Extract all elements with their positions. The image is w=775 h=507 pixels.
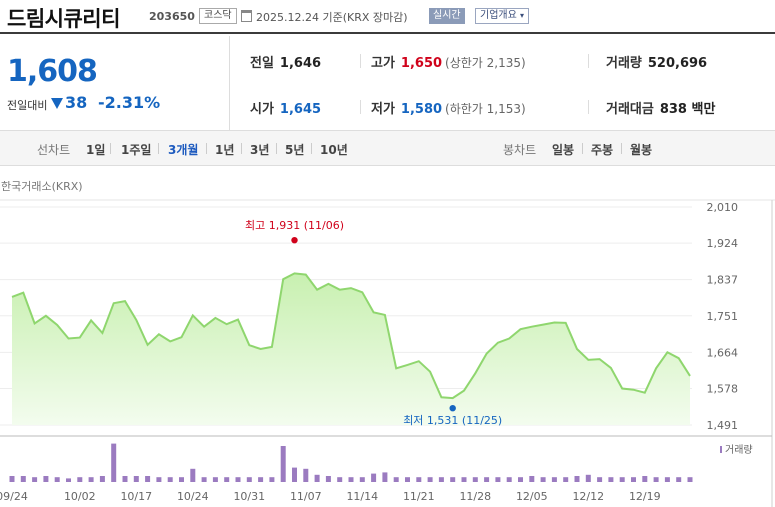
volume-bar [179, 477, 184, 482]
volume-bar [224, 477, 230, 482]
volume-bar [518, 477, 523, 482]
low-marker [449, 404, 456, 412]
volume-bar [450, 477, 456, 482]
volume-bar [337, 477, 343, 482]
volume-bar [156, 477, 162, 482]
volume-bar [314, 474, 320, 482]
volume-legend-label: 거래량 [725, 444, 753, 456]
volume-bar [631, 477, 636, 482]
high-marker [291, 236, 298, 244]
volume-bar [574, 476, 580, 482]
volume-bar [280, 446, 286, 482]
volume-bar [20, 476, 26, 482]
volume-bar [258, 477, 264, 482]
volume-bar [167, 477, 173, 482]
volume-bar [246, 477, 252, 482]
volume-bar [608, 477, 614, 482]
x-tick-label: 12/19 [629, 490, 661, 503]
volume-bar [461, 477, 467, 482]
x-tick-label: 11/28 [459, 490, 491, 503]
volume-bar [551, 477, 557, 482]
price-area [12, 273, 690, 425]
volume-bar [371, 473, 377, 482]
volume-bar [597, 477, 603, 482]
x-tick-label: 11/14 [346, 490, 378, 503]
y-tick-label: 1,578 [707, 382, 739, 395]
y-tick-label: 1,664 [707, 346, 739, 359]
x-tick-label: 12/05 [516, 490, 548, 503]
volume-bar [484, 477, 490, 482]
x-tick-label: 10/31 [233, 490, 265, 503]
volume-legend-swatch [720, 446, 722, 453]
x-tick-label: 09/24 [0, 490, 28, 503]
volume-bar [472, 477, 478, 482]
x-tick-label: 10/02 [64, 490, 96, 503]
y-tick-label: 1,491 [707, 419, 739, 432]
y-tick-label: 1,837 [707, 274, 739, 287]
volume-bar [88, 477, 94, 482]
volume-bar [145, 476, 151, 482]
volume-bar [653, 477, 659, 482]
volume-bar [66, 478, 71, 482]
volume-bar [269, 477, 275, 482]
y-tick-label: 2,010 [707, 201, 739, 214]
volume-bar [393, 477, 399, 482]
volume-bar [676, 477, 682, 482]
x-tick-label: 11/07 [290, 490, 322, 503]
volume-bar [506, 477, 512, 482]
volume-bar [133, 476, 139, 482]
volume-bar [212, 477, 218, 482]
low-annotation: 최저 1,531 (11/25) [403, 414, 502, 427]
volume-bar [495, 477, 501, 482]
x-tick-label: 11/21 [403, 490, 435, 503]
price-chart: 2,010 1,924 1,837 1,751 1,664 1,578 1,491 최고 1,… [0, 199, 775, 507]
volume-bar [292, 467, 297, 482]
x-tick-label: 10/24 [177, 490, 209, 503]
volume-bar [201, 477, 207, 482]
volume-bar [642, 476, 648, 482]
volume-bar [122, 476, 128, 482]
volume-bar [416, 477, 422, 482]
volume-bar [303, 468, 309, 482]
volume-bar [32, 477, 38, 482]
volume-bar [405, 477, 410, 482]
volume-bar [664, 477, 670, 482]
y-tick-label: 1,924 [707, 237, 739, 250]
volume-bar [529, 476, 535, 482]
volume-bar [325, 476, 331, 482]
x-tick-label: 12/12 [572, 490, 604, 503]
volume-bar [348, 477, 354, 482]
volume-bar [9, 476, 15, 482]
volume-bar [585, 474, 591, 482]
volume-bar [619, 477, 625, 482]
volume-bar [111, 443, 117, 482]
volume-bar [427, 477, 433, 482]
x-tick-label: 10/17 [120, 490, 152, 503]
volume-bar [438, 477, 444, 482]
volume-bar [382, 472, 388, 482]
volume-bar [43, 476, 49, 482]
volume-bar [687, 477, 693, 482]
high-annotation: 최고 1,931 (11/06) [245, 219, 344, 232]
volume-bar [540, 477, 546, 482]
stock-page: 드림시큐리티 203650 코스닥 2025.12.24 기준(KRX 장마감)… [0, 0, 775, 507]
volume-bar [235, 477, 241, 482]
volume-bar [359, 477, 365, 482]
volume-bar [77, 477, 83, 482]
volume-bar [190, 468, 196, 482]
volume-bar [99, 476, 105, 482]
y-tick-label: 1,751 [707, 310, 739, 323]
volume-bar [54, 477, 60, 482]
volume-bar [563, 477, 569, 482]
